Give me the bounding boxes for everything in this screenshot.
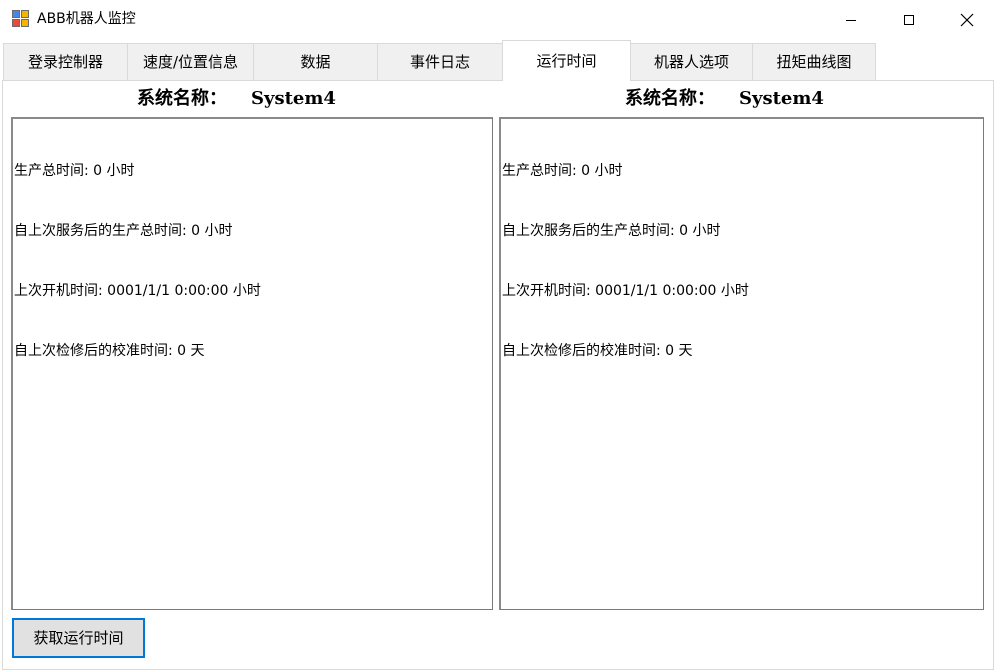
maximize-icon: [904, 15, 914, 25]
right-system-name: 系统名称： System4: [625, 88, 824, 110]
tab-strip: 登录控制器 速度/位置信息 数据 事件日志 运行时间 机器人选项 扭矩曲线图: [0, 40, 996, 81]
left-production-since-service: 自上次服务后的生产总时间: 0 小时: [14, 223, 233, 239]
left-system-name-label: 系统名称：: [137, 88, 227, 109]
left-system-name-value: System4: [251, 88, 336, 109]
maximize-button[interactable]: [880, 0, 938, 40]
minimize-icon: [846, 20, 856, 21]
minimize-button[interactable]: [822, 0, 880, 40]
right-system-name-label: 系统名称：: [625, 88, 715, 109]
left-runtime-textbox[interactable]: 生产总时间: 0 小时 自上次服务后的生产总时间: 0 小时 上次开机时间: 0…: [11, 117, 493, 610]
tab-runtime[interactable]: 运行时间: [502, 40, 631, 81]
get-runtime-button[interactable]: 获取运行时间: [12, 618, 145, 658]
left-system-name: 系统名称： System4: [137, 88, 336, 110]
left-total-production-time: 生产总时间: 0 小时: [14, 163, 135, 179]
close-button[interactable]: [938, 0, 996, 40]
app-icon: [12, 10, 30, 28]
right-total-production-time: 生产总时间: 0 小时: [502, 163, 623, 179]
tab-speed-position[interactable]: 速度/位置信息: [127, 43, 254, 80]
left-calibration-since-repair: 自上次检修后的校准时间: 0 天: [14, 343, 205, 359]
title-bar: ABB机器人监控: [0, 0, 996, 40]
close-icon: [960, 13, 974, 27]
right-runtime-textbox[interactable]: 生产总时间: 0 小时 自上次服务后的生产总时间: 0 小时 上次开机时间: 0…: [499, 117, 984, 610]
tab-event-log[interactable]: 事件日志: [377, 43, 503, 80]
tab-data[interactable]: 数据: [253, 43, 378, 80]
tab-torque-chart[interactable]: 扭矩曲线图: [752, 43, 876, 80]
tab-robot-options[interactable]: 机器人选项: [630, 43, 753, 80]
right-calibration-since-repair: 自上次检修后的校准时间: 0 天: [502, 343, 693, 359]
right-last-startup-time: 上次开机时间: 0001/1/1 0:00:00 小时: [502, 283, 749, 299]
right-system-name-value: System4: [739, 88, 824, 109]
left-last-startup-time: 上次开机时间: 0001/1/1 0:00:00 小时: [14, 283, 261, 299]
right-production-since-service: 自上次服务后的生产总时间: 0 小时: [502, 223, 721, 239]
window-title: ABB机器人监控: [37, 11, 136, 27]
tab-login-controller[interactable]: 登录控制器: [3, 43, 128, 80]
